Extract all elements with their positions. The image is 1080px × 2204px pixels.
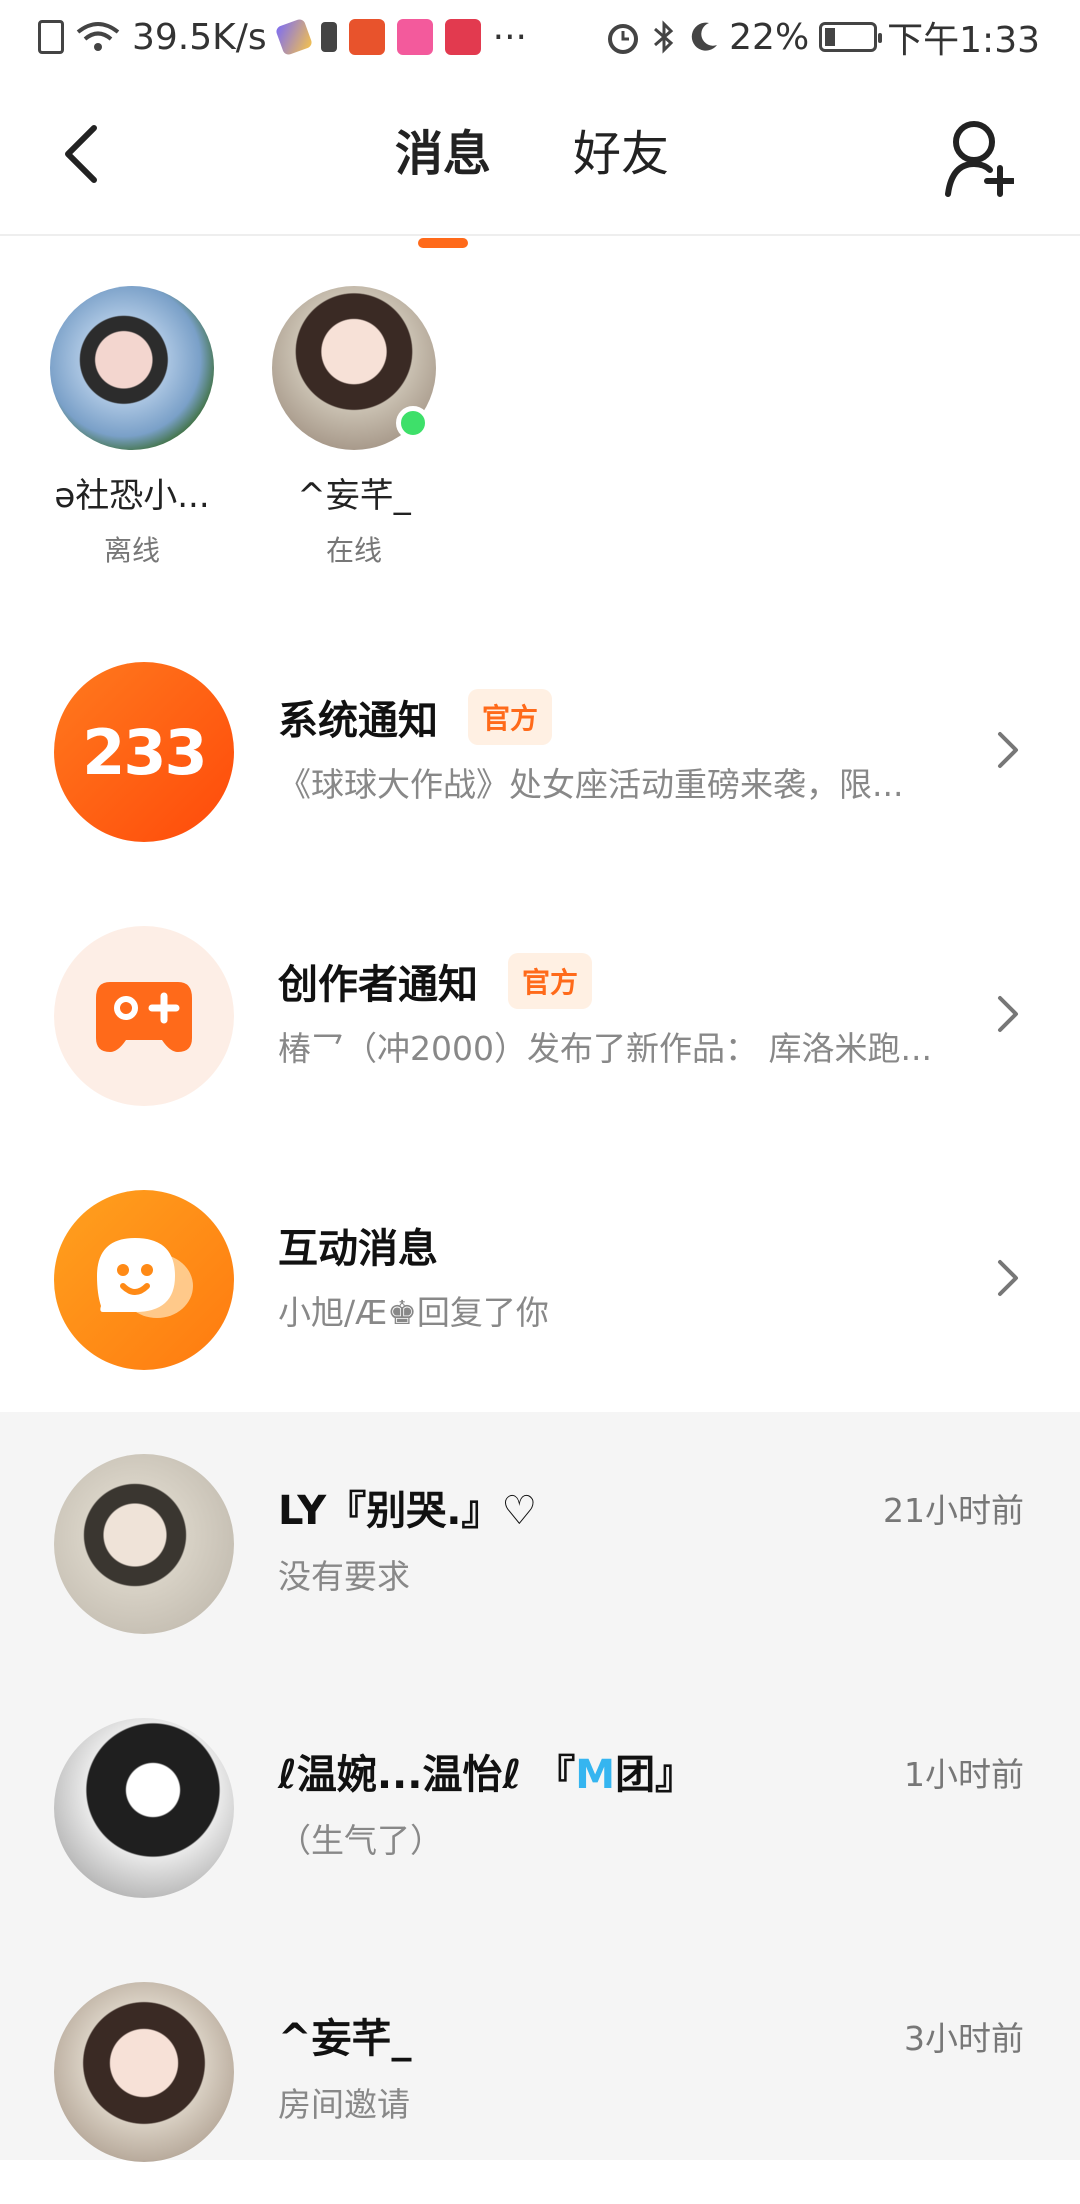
app-notification-icon [396, 19, 433, 55]
wifi-icon [76, 22, 120, 51]
notification-title: 系统通知 [278, 698, 438, 744]
avatar [50, 286, 214, 450]
app-notification-icon [348, 19, 385, 55]
add-friend-icon[interactable] [944, 118, 1014, 198]
chat-row[interactable]: ^妄芊_ 房间邀请 3小时前 [0, 1940, 1080, 2204]
chat-name: ℓ温婉...温怡ℓ 『M团』 [278, 1742, 695, 1800]
chat-time: 3小时前 [904, 2019, 1024, 2058]
friend-status: 离线 [103, 534, 160, 567]
battery-percent: 22% [729, 16, 810, 58]
chat-name-prefix: ℓ温婉...温怡ℓ 『 [278, 1752, 576, 1798]
chevron-right-icon [998, 1260, 1018, 1296]
chat-name: LY『别哭.』♡ [278, 1488, 538, 1534]
status-bar: 39.5K/s ··· 22% 下午1:33 [0, 0, 1080, 74]
friend-name: ə社恐小... [54, 476, 210, 516]
icon-label: 233 [82, 715, 207, 789]
online-indicator [396, 406, 430, 440]
chat-time: 1小时前 [904, 1755, 1024, 1794]
clock: 下午1:33 [887, 20, 1040, 61]
avatar [54, 1718, 234, 1898]
friend-name: ^妄芊_ [297, 476, 411, 516]
interaction-message-row[interactable]: 互动消息 小旭/Æ♚回复了你 [0, 1146, 1080, 1410]
avatar [272, 286, 436, 450]
notification-preview: 小旭/Æ♚回复了你 [278, 1293, 549, 1332]
chevron-right-icon [998, 996, 1018, 1032]
system-notification-row[interactable]: 233 系统通知 官方 《球球大作战》处女座活动重磅来袭，限... [0, 618, 1080, 882]
do-not-disturb-moon-icon [691, 22, 718, 51]
official-badge: 官方 [468, 689, 553, 745]
chevron-right-icon [998, 732, 1018, 768]
chat-row[interactable]: LY『别哭.』♡ 没有要求 21小时前 [0, 1412, 1080, 1676]
app-notification-icon [444, 19, 481, 55]
app-notification-icon [274, 17, 313, 57]
system-233-icon: 233 [54, 662, 234, 842]
more-notifications-icon: ··· [492, 16, 527, 58]
alarm-icon [608, 24, 639, 54]
sim-alert-icon [38, 20, 64, 54]
avatar [54, 1454, 234, 1634]
chat-last-message: （生气了） [278, 1821, 443, 1860]
bluetooth-icon [654, 20, 674, 54]
tab-messages[interactable]: 消息 [389, 114, 497, 184]
tab-bar: 消息 好友 [0, 114, 1072, 184]
friend-item[interactable]: ^妄芊_ 在线 [244, 286, 464, 569]
notification-preview: 椿乛（冲2000）发布了新作品： 库洛米跑... [278, 1029, 932, 1068]
chat-list: LY『别哭.』♡ 没有要求 21小时前 ℓ温婉...温怡ℓ 『M团』 （生气了）… [0, 1412, 1080, 2162]
friend-status: 在线 [325, 534, 382, 567]
app-notification-icon [320, 22, 337, 52]
network-speed: 39.5K/s [132, 16, 267, 58]
chat-name-suffix: 团』 [615, 1752, 696, 1798]
chat-name-highlight: M [575, 1752, 616, 1798]
friend-item[interactable]: ə社恐小... 离线 [22, 286, 242, 569]
chat-last-message: 房间邀请 [278, 2085, 410, 2124]
chat-row[interactable]: ℓ温婉...温怡ℓ 『M团』 （生气了） 1小时前 [0, 1676, 1080, 1940]
notification-title: 互动消息 [278, 1226, 438, 1272]
battery-icon [819, 22, 883, 52]
top-navigation: 消息 好友 [0, 74, 1080, 236]
chat-time: 21小时前 [883, 1491, 1024, 1530]
creator-notification-row[interactable]: 创作者通知 官方 椿乛（冲2000）发布了新作品： 库洛米跑... [0, 882, 1080, 1146]
chat-last-message: 没有要求 [278, 1557, 410, 1596]
official-badge: 官方 [508, 953, 593, 1009]
tab-friends[interactable]: 好友 [567, 114, 675, 184]
notification-title: 创作者通知 [278, 962, 478, 1008]
chat-bubble-smile-icon [54, 1190, 234, 1370]
friends-strip: ə社恐小... 离线 ^妄芊_ 在线 [0, 236, 1080, 606]
notification-preview: 《球球大作战》处女座活动重磅来袭，限... [278, 765, 904, 804]
gamepad-icon [54, 926, 234, 1106]
avatar [54, 1982, 234, 2162]
chat-name: ^妄芊_ [278, 2016, 412, 2062]
